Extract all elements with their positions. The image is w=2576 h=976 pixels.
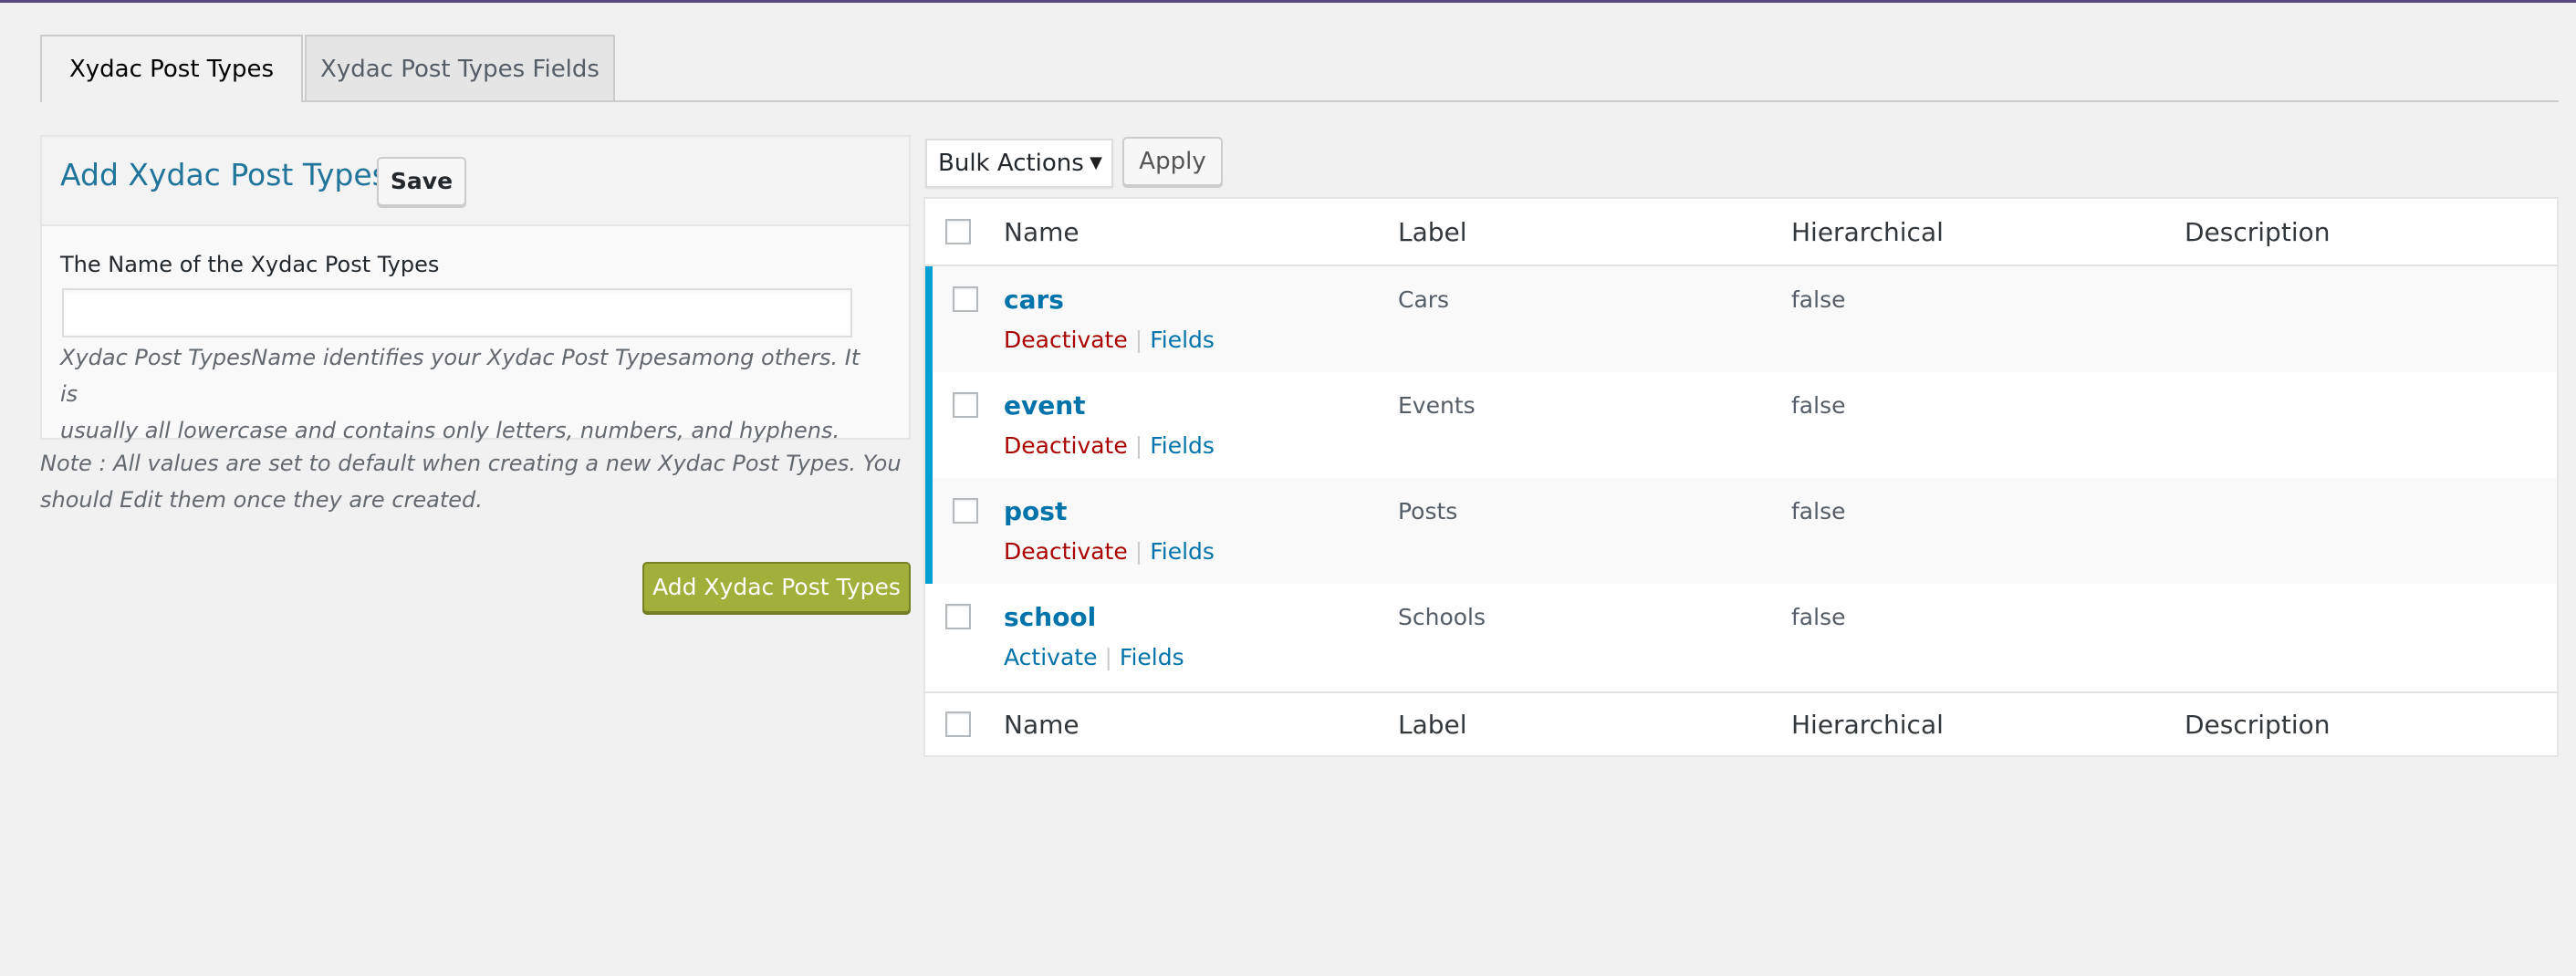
table-header: Name Label Hierarchical Description — [925, 199, 2557, 266]
row-label: Schools — [1398, 604, 1486, 630]
action-separator: | — [1134, 432, 1143, 459]
form-title: Add Xydac Post Types — [60, 157, 388, 192]
select-all-checkbox-footer[interactable] — [945, 711, 971, 737]
help-line-2: usually all lowercase and contains only … — [60, 418, 840, 443]
footer-column-name[interactable]: Name — [1004, 710, 1079, 740]
row-actions: Deactivate | Fields — [1004, 432, 1215, 459]
save-button[interactable]: Save — [377, 157, 466, 206]
table-row: event Deactivate | Fields Events false — [925, 372, 2557, 478]
name-field-label: The Name of the Xydac Post Types — [60, 252, 440, 277]
row-checkbox[interactable] — [945, 604, 971, 629]
tab-xydac-post-types[interactable]: Xydac Post Types — [40, 35, 303, 102]
table-row: school Activate | Fields Schools false — [925, 584, 2557, 690]
row-label: Cars — [1398, 286, 1450, 313]
fields-link[interactable]: Fields — [1150, 432, 1215, 459]
note-line-2: should Edit them once they are created. — [40, 487, 483, 513]
footer-column-label[interactable]: Label — [1398, 710, 1467, 740]
row-actions: Activate | Fields — [1004, 644, 1184, 670]
row-hierarchical: false — [1791, 392, 1846, 419]
note-line-1: Note : All values are set to default whe… — [40, 451, 902, 476]
apply-button[interactable]: Apply — [1122, 137, 1223, 186]
row-label: Posts — [1398, 498, 1458, 524]
row-label: Events — [1398, 392, 1476, 419]
table-row: cars Deactivate | Fields Cars false — [925, 266, 2557, 372]
select-all-checkbox[interactable] — [945, 219, 971, 244]
row-name-link[interactable]: school — [1004, 602, 1096, 632]
row-checkbox[interactable] — [953, 286, 978, 312]
post-types-table: Name Label Hierarchical Description cars… — [923, 197, 2559, 757]
admin-top-bar — [0, 0, 2576, 3]
action-separator: | — [1134, 327, 1143, 353]
table-footer: Name Label Hierarchical Description — [925, 691, 2557, 759]
help-line-1: Xydac Post TypesName identifies your Xyd… — [60, 345, 860, 407]
deactivate-link[interactable]: Deactivate — [1004, 432, 1128, 459]
column-header-description[interactable]: Description — [2185, 217, 2330, 247]
bulk-actions-value: Bulk Actions — [938, 150, 1084, 177]
action-separator: | — [1134, 538, 1143, 565]
bulk-actions-select[interactable]: Bulk Actions ▼ — [925, 139, 1113, 188]
row-checkbox[interactable] — [953, 392, 978, 418]
tab-xydac-post-types-fields[interactable]: Xydac Post Types Fields — [305, 35, 615, 100]
column-header-hierarchical[interactable]: Hierarchical — [1791, 217, 1944, 247]
activate-link[interactable]: Activate — [1004, 644, 1097, 670]
deactivate-link[interactable]: Deactivate — [1004, 327, 1128, 353]
row-hierarchical: false — [1791, 604, 1846, 630]
post-type-name-input[interactable] — [62, 288, 852, 337]
row-name-link[interactable]: post — [1004, 496, 1067, 526]
defaults-note: Note : All values are set to default whe… — [40, 445, 907, 518]
table-row: post Deactivate | Fields Posts false — [925, 478, 2557, 584]
row-actions: Deactivate | Fields — [1004, 327, 1215, 353]
row-actions: Deactivate | Fields — [1004, 538, 1215, 565]
add-post-type-form: Add Xydac Post Types Save The Name of th… — [40, 135, 911, 443]
column-header-label[interactable]: Label — [1398, 217, 1467, 247]
row-name-link[interactable]: cars — [1004, 285, 1064, 315]
row-name-link[interactable]: event — [1004, 390, 1086, 421]
column-header-name[interactable]: Name — [1004, 217, 1079, 247]
row-checkbox[interactable] — [953, 498, 978, 524]
form-header: Add Xydac Post Types Save — [42, 137, 909, 226]
deactivate-link[interactable]: Deactivate — [1004, 538, 1128, 565]
fields-link[interactable]: Fields — [1150, 538, 1215, 565]
dropdown-arrow-icon: ▼ — [1090, 153, 1102, 172]
fields-link[interactable]: Fields — [1120, 644, 1184, 670]
name-help-text: Xydac Post TypesName identifies your Xyd… — [60, 339, 881, 449]
fields-link[interactable]: Fields — [1150, 327, 1215, 353]
row-hierarchical: false — [1791, 286, 1846, 313]
footer-column-description[interactable]: Description — [2185, 710, 2330, 740]
row-hierarchical: false — [1791, 498, 1846, 524]
footer-column-hierarchical[interactable]: Hierarchical — [1791, 710, 1944, 740]
action-separator: | — [1104, 644, 1112, 670]
tab-divider — [40, 100, 2559, 102]
add-post-type-button[interactable]: Add Xydac Post Types — [642, 562, 911, 613]
